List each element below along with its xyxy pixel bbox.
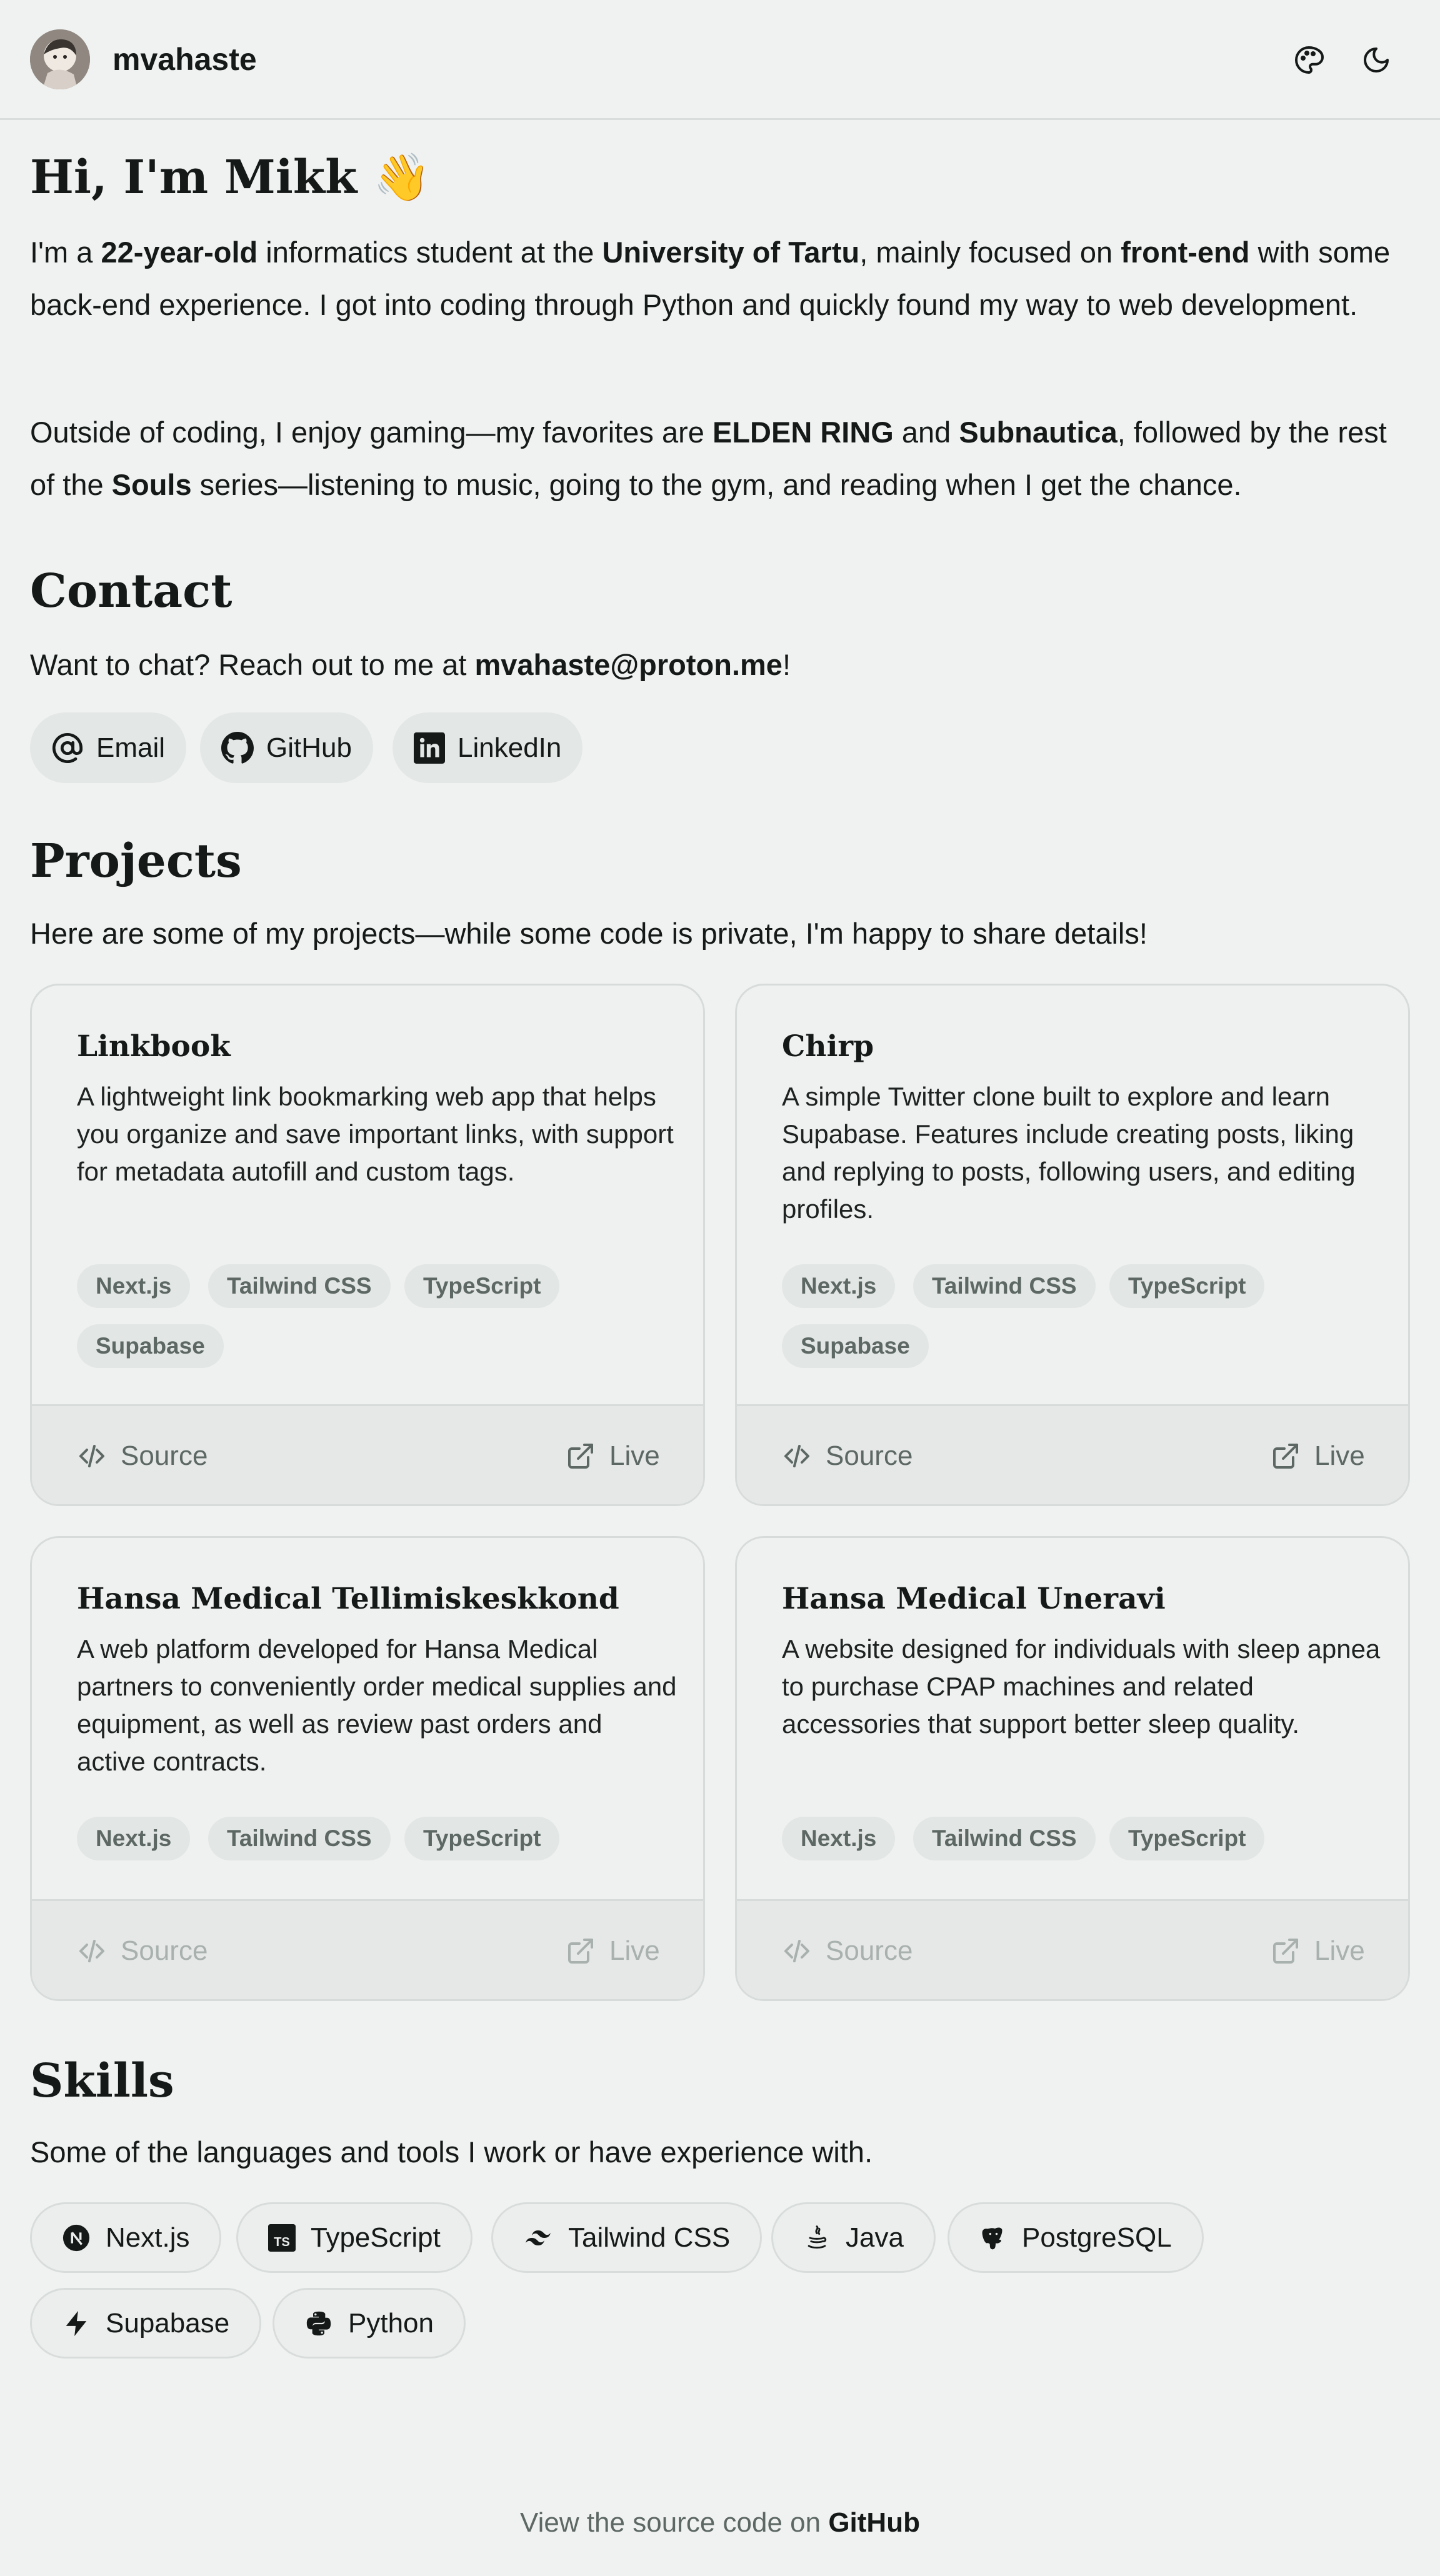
project-card-hansa-uneravi: Hansa Medical Uneravi A website designed… [735, 1536, 1410, 2001]
project-tag: Tailwind CSS [208, 1264, 391, 1308]
source-link: Source [782, 1901, 912, 1999]
project-card-footer: Source Live [32, 1899, 703, 1999]
live-link: Live [566, 1901, 660, 1999]
code-icon [79, 1940, 104, 1962]
code-icon [784, 1445, 809, 1467]
project-card-footer: Source Live [737, 1404, 1408, 1504]
linkedin-icon [414, 732, 445, 764]
project-card-footer: Source Live [737, 1899, 1408, 1999]
theme-button[interactable] [1286, 37, 1331, 82]
skill-supabase: Supabase [30, 2288, 262, 2359]
dark-mode-button[interactable] [1354, 37, 1399, 82]
site-brand[interactable]: mvahaste [112, 39, 257, 80]
github-icon [221, 731, 254, 764]
intro-title: Hi, I'm Mikk 👋 [30, 151, 431, 204]
project-card-chirp: Chirp A simple Twitter clone built to ex… [735, 984, 1410, 1506]
contact-title: Contact [30, 564, 232, 618]
skill-typescript: TS TypeScript [236, 2202, 472, 2273]
source-link[interactable]: Source [782, 1406, 912, 1504]
project-tag: Next.js [782, 1264, 896, 1308]
projects-title: Projects [30, 834, 242, 888]
projects-subtitle: Here are some of my projects—while some … [30, 917, 1148, 950]
source-link: Source [77, 1901, 208, 1999]
project-tag: TypeScript [1109, 1264, 1265, 1308]
skill-postgresql: PostgreSQL [948, 2202, 1204, 2273]
python-icon [306, 2311, 331, 2335]
project-title: Linkbook [77, 1029, 231, 1064]
project-tag: TypeScript [404, 1817, 560, 1860]
email-button[interactable]: Email [30, 712, 187, 783]
project-tag: Next.js [77, 1817, 191, 1860]
source-link[interactable]: Source [77, 1406, 208, 1504]
project-card-linkbook: Linkbook A lightweight link bookmarking … [30, 984, 705, 1506]
external-link-icon [568, 1939, 593, 1964]
project-tag: Next.js [782, 1817, 896, 1860]
external-link-icon [1273, 1939, 1298, 1964]
contact-text: Want to chat? Reach out to me at mvahast… [30, 648, 791, 681]
at-sign-icon [52, 732, 83, 763]
postgresql-icon [982, 2227, 1002, 2249]
skills-subtitle: Some of the languages and tools I work o… [30, 2135, 873, 2169]
project-tag: Next.js [77, 1264, 191, 1308]
project-description: A simple Twitter clone built to explore … [782, 1082, 1356, 1224]
project-title: Chirp [782, 1029, 874, 1064]
avatar[interactable] [30, 29, 90, 89]
project-tag: Supabase [782, 1324, 929, 1368]
project-description: A lightweight link bookmarking web app t… [77, 1082, 674, 1186]
project-card-footer: Source Live [32, 1404, 703, 1504]
project-tag: TypeScript [1109, 1817, 1265, 1860]
live-link[interactable]: Live [566, 1406, 660, 1504]
linkedin-button[interactable]: LinkedIn [392, 712, 583, 783]
project-title: Hansa Medical Tellimiskeskkond [77, 1582, 619, 1616]
project-tag: Tailwind CSS [913, 1817, 1096, 1860]
skill-nextjs: Next.js [30, 2202, 222, 2273]
skills-title: Skills [30, 2054, 174, 2108]
project-tag: Tailwind CSS [913, 1264, 1096, 1308]
external-link-icon [568, 1444, 593, 1469]
intro-paragraph-1: I'm a 22-year-old informatics student at… [30, 236, 1391, 321]
code-icon [784, 1940, 809, 1962]
project-description: A website designed for individuals with … [782, 1634, 1381, 1739]
skill-java: Java [771, 2202, 936, 2273]
live-link[interactable]: Live [1271, 1406, 1365, 1504]
code-icon [79, 1445, 104, 1467]
live-link: Live [1271, 1901, 1365, 1999]
nextjs-icon [62, 2224, 90, 2251]
supabase-icon [66, 2310, 87, 2336]
project-description: A web platform developed for Hansa Medic… [77, 1634, 677, 1776]
svg-text:TS: TS [274, 2235, 290, 2249]
skill-tailwind: Tailwind CSS [491, 2202, 762, 2273]
palette-icon [1295, 46, 1324, 74]
project-tag: TypeScript [404, 1264, 560, 1308]
typescript-icon: TS [268, 2224, 296, 2252]
intro-paragraph-2: Outside of coding, I enjoy gaming—my fav… [30, 416, 1387, 501]
project-tag: Supabase [77, 1324, 224, 1368]
java-icon [808, 2225, 827, 2249]
project-title: Hansa Medical Uneravi [782, 1582, 1166, 1616]
project-tag: Tailwind CSS [208, 1817, 391, 1860]
external-link-icon [1273, 1444, 1298, 1469]
footer-github-link[interactable]: GitHub [828, 2507, 920, 2538]
footer: View the source code on GitHub [520, 2507, 920, 2538]
site-header: mvahaste [0, 0, 1440, 120]
contact-email[interactable]: mvahaste@proton.me [474, 648, 782, 681]
tailwind-icon [526, 2230, 551, 2245]
skill-python: Python [272, 2288, 466, 2359]
moon-icon [1364, 47, 1389, 72]
github-button[interactable]: GitHub [200, 712, 373, 783]
project-card-hansa-tellimiskeskkond: Hansa Medical Tellimiskeskkond A web pla… [30, 1536, 705, 2001]
